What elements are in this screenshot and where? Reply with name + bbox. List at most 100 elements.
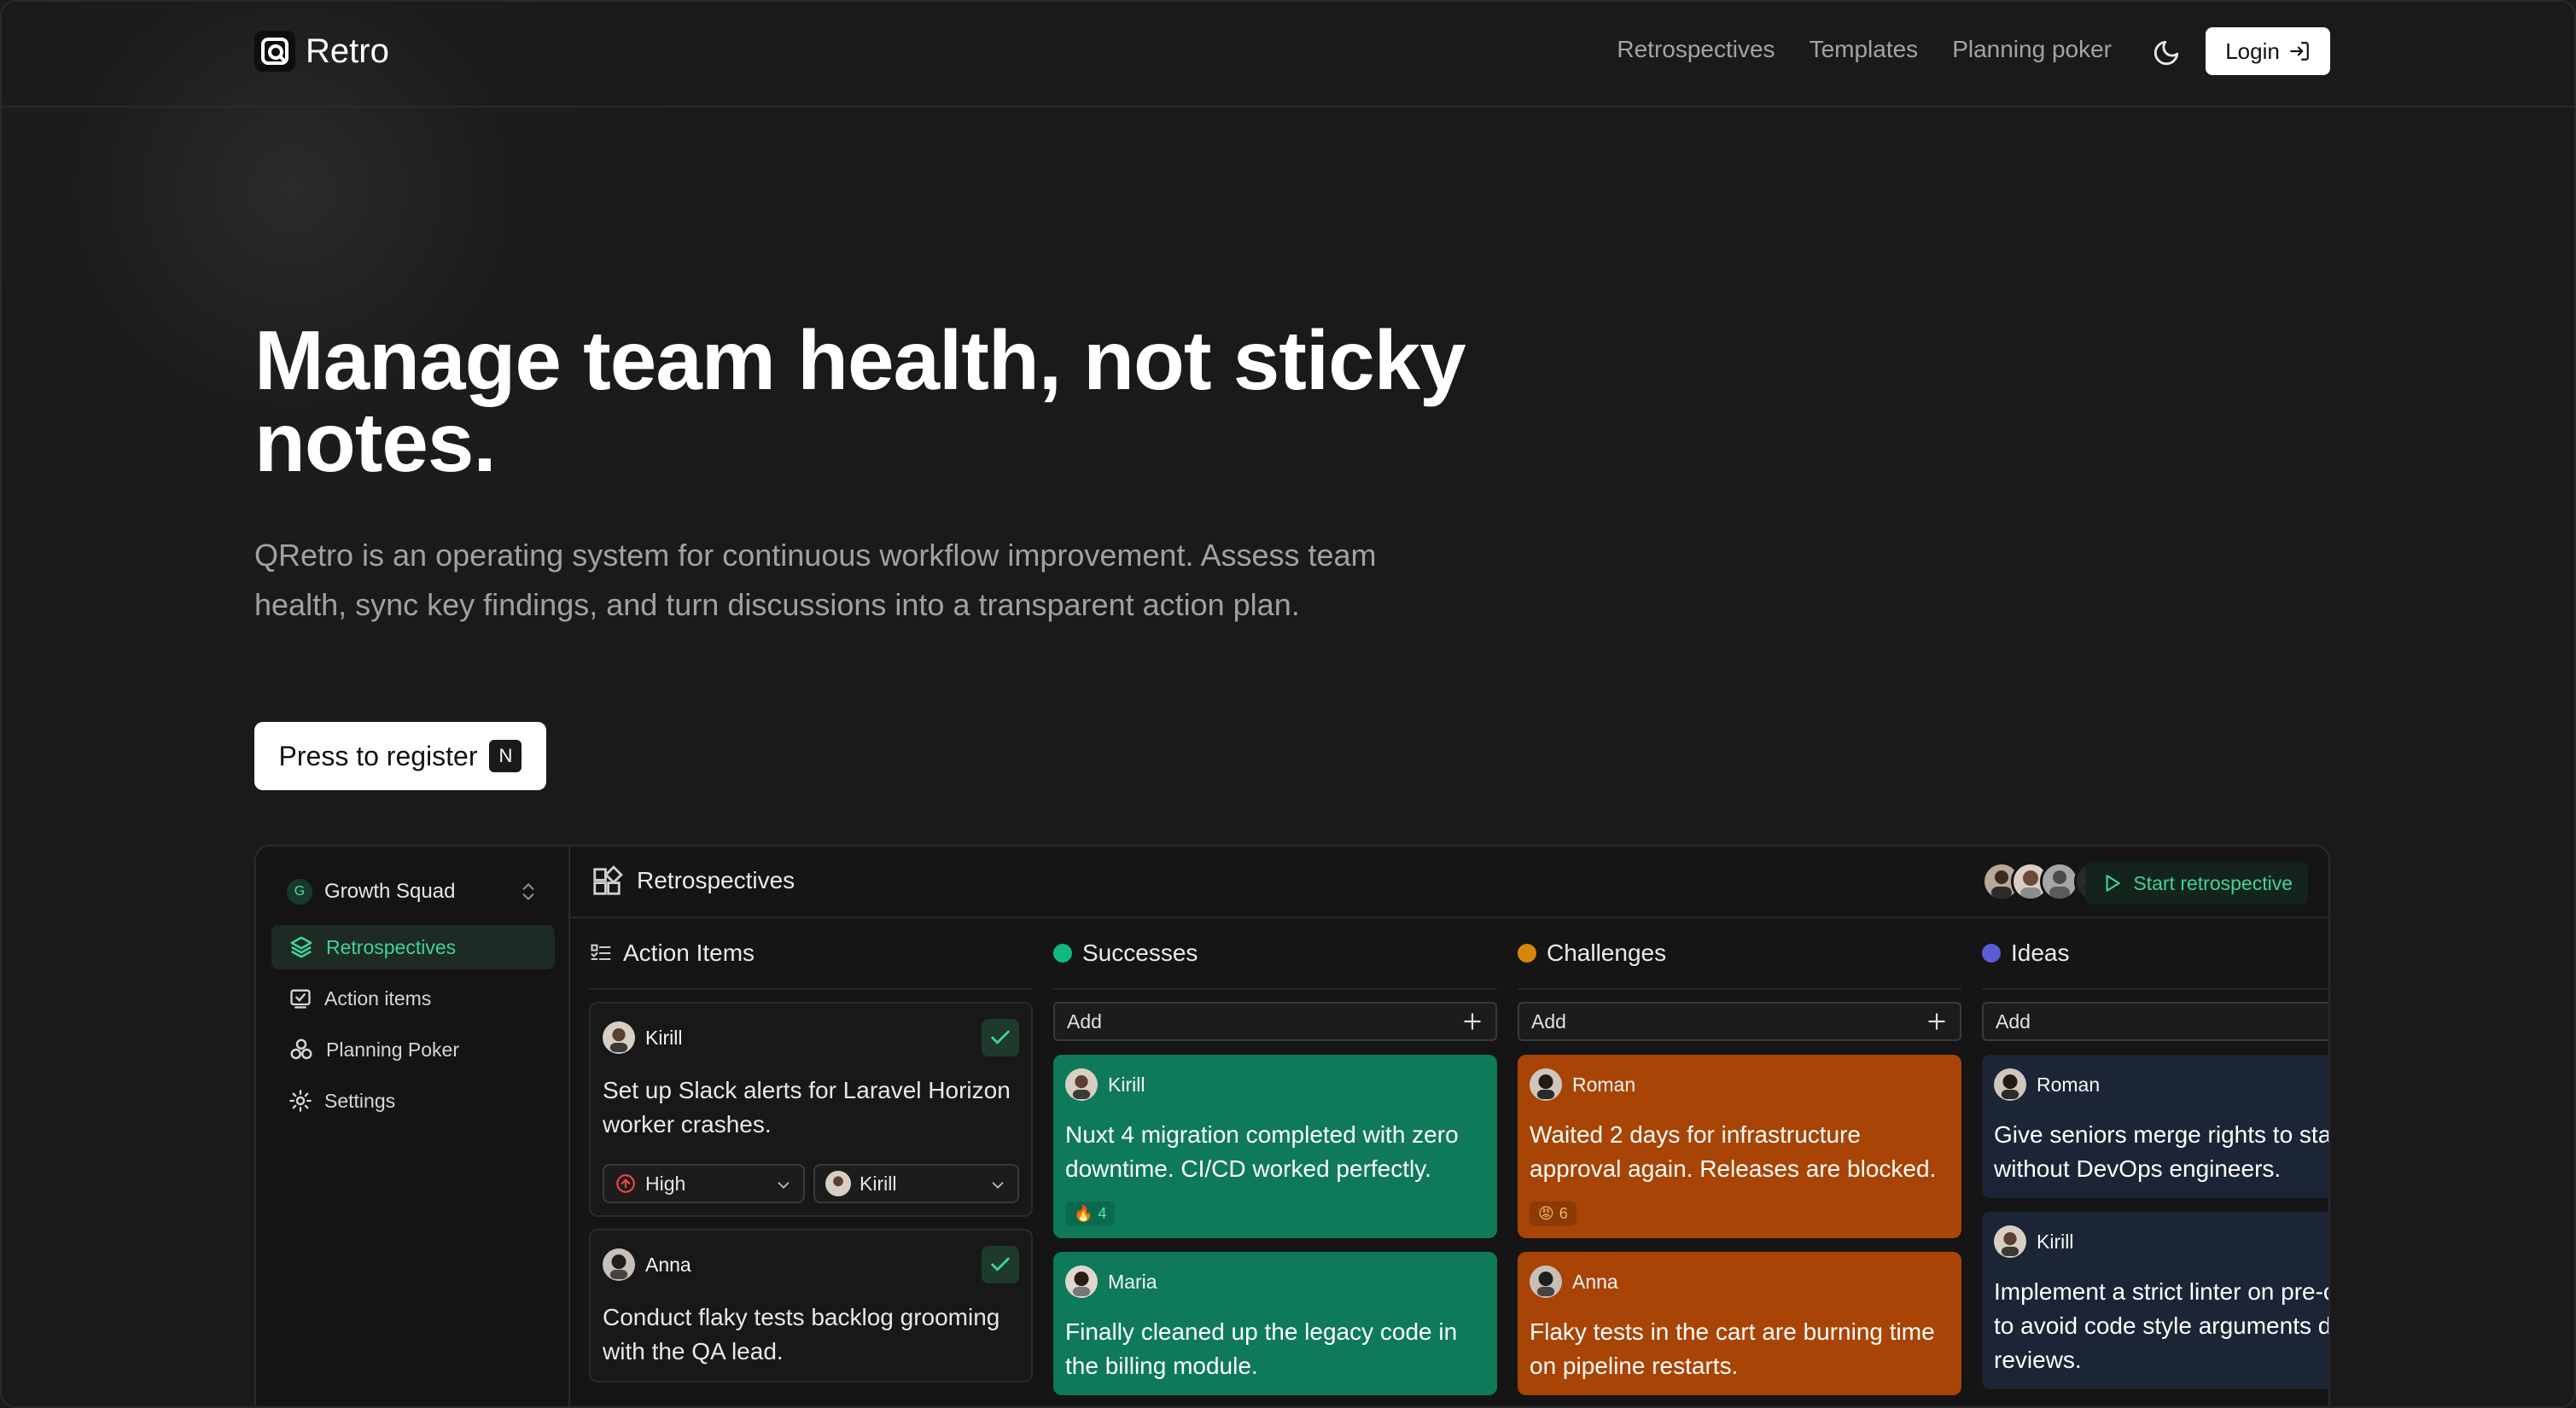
- card-author: Kirill: [645, 1026, 683, 1049]
- card-author: Anna: [1572, 1270, 1618, 1293]
- chevron-down-icon: [778, 1182, 790, 1190]
- register-button[interactable]: Press to register N: [254, 722, 546, 790]
- browser-frame: Retro Retrospectives Templates Planning …: [0, 0, 2576, 1408]
- successes-column: Successes Add Kirill Nuxt 4 migration co…: [1053, 918, 1497, 1395]
- plus-icon[interactable]: [1926, 1010, 1948, 1033]
- card-text: Set up Slack alerts for Laravel Horizon …: [603, 1077, 1011, 1137]
- nav-link-planning-poker[interactable]: Planning poker: [1952, 36, 2112, 63]
- retro-card[interactable]: Roman Waited 2 days for infrastructure a…: [1518, 1055, 1961, 1238]
- retro-card[interactable]: Kirill Nuxt 4 migration completed with z…: [1053, 1055, 1497, 1238]
- sidebar-item-label: Action items: [324, 986, 432, 1009]
- card-author-row: Roman: [1994, 1068, 2328, 1101]
- keyboard-shortcut-badge: N: [489, 740, 522, 772]
- action-item-card[interactable]: Anna Conduct flaky tests backlog groomin…: [589, 1229, 1033, 1382]
- card-text: Implement a strict linter on pre-commit …: [1994, 1278, 2330, 1373]
- moon-icon[interactable]: [2149, 36, 2183, 70]
- retro-card[interactable]: Roman Give seniors merge rights to stagi…: [1982, 1055, 2328, 1198]
- card-author-row: Maria: [1065, 1265, 1485, 1298]
- hero-title: Manage team health, not sticky notes.: [254, 313, 1466, 489]
- avatar: [1530, 1265, 1562, 1298]
- start-retrospective-button[interactable]: Start retrospective: [2085, 862, 2308, 905]
- sidebar-item-retrospectives[interactable]: Retrospectives: [271, 925, 555, 969]
- action-items-column: Action Items Kirill Set up Slack alerts …: [589, 918, 1033, 1382]
- status-dot: [1518, 944, 1536, 963]
- ideas-column: Ideas Add Roman Give seniors merge right…: [1982, 918, 2330, 1389]
- action-item-card[interactable]: Kirill Set up Slack alerts for Laravel H…: [589, 1002, 1033, 1217]
- sidebar-item-label: Retrospectives: [326, 935, 457, 958]
- card-text: Nuxt 4 migration completed with zero dow…: [1065, 1121, 1459, 1182]
- list-check-icon: [591, 944, 611, 961]
- retro-card[interactable]: Maria Finally cleaned up the legacy code…: [1053, 1252, 1497, 1395]
- start-retrospective-label: Start retrospective: [2133, 871, 2293, 894]
- reaction-badge[interactable]: 😡 6: [1530, 1201, 1576, 1226]
- add-card-input[interactable]: Add: [1518, 1002, 1961, 1041]
- card-author-row: Anna: [603, 1246, 1019, 1283]
- hero-subtitle: QRetro is an operating system for contin…: [254, 538, 1377, 622]
- gear-icon: [289, 1090, 312, 1112]
- layers-icon: [290, 936, 312, 958]
- login-button[interactable]: Login: [2206, 27, 2330, 75]
- column-header: Ideas: [1982, 918, 2328, 990]
- card-author: Maria: [1108, 1270, 1157, 1293]
- team-switcher[interactable]: G Growth Squad: [287, 870, 539, 913]
- column-title: Ideas: [2011, 940, 2070, 966]
- card-author-row: Kirill: [603, 1019, 1019, 1056]
- column-header: Challenges: [1518, 918, 1961, 990]
- priority-select[interactable]: High: [603, 1164, 806, 1203]
- column-header: Successes: [1053, 918, 1497, 990]
- retro-card[interactable]: Kirill Implement a strict linter on pre-…: [1982, 1212, 2330, 1389]
- main-nav: Retrospectives Templates Planning poker: [1617, 36, 2112, 63]
- column-title: Challenges: [1547, 940, 1667, 966]
- add-label: Add: [1067, 1009, 1102, 1033]
- plus-icon[interactable]: [1461, 1010, 1483, 1033]
- avatar: [1065, 1068, 1098, 1101]
- add-label: Add: [1996, 1009, 2031, 1033]
- complete-checkbox[interactable]: [982, 1019, 1019, 1056]
- card-author: Kirill: [1108, 1073, 1145, 1096]
- add-card-input[interactable]: Add: [1982, 1002, 2328, 1041]
- sidebar-item-settings[interactable]: Settings: [271, 1079, 555, 1123]
- assignee-select[interactable]: Kirill: [813, 1164, 1019, 1203]
- reaction-badge[interactable]: 🔥 4: [1065, 1201, 1116, 1226]
- sidebar-item-label: Planning Poker: [326, 1038, 459, 1061]
- reaction-count: 4: [1098, 1205, 1107, 1222]
- board-area: Retrospectives +2 Start retrospective: [570, 847, 2330, 1406]
- complete-checkbox[interactable]: [982, 1246, 1019, 1283]
- sidebar-item-action-items[interactable]: Action items: [271, 976, 555, 1021]
- priority-value: High: [645, 1172, 686, 1195]
- dashboard-icon: [593, 865, 623, 895]
- status-dot: [1053, 944, 1072, 963]
- logo-icon: [254, 31, 295, 72]
- avatar: [825, 1171, 852, 1196]
- card-text: Waited 2 days for infrastructure approva…: [1530, 1121, 1937, 1182]
- column-header: Action Items: [589, 918, 1033, 990]
- retro-card[interactable]: Anna Flaky tests in the cart are burning…: [1518, 1252, 1961, 1395]
- brand-logo[interactable]: Retro: [254, 31, 389, 72]
- check-icon: [991, 1030, 1010, 1044]
- brand-name: Retro: [306, 32, 389, 70]
- login-icon: [2289, 42, 2309, 61]
- chevron-up-down-icon: [522, 883, 534, 900]
- avatar: [1994, 1225, 2026, 1258]
- avatar: [1065, 1265, 1098, 1298]
- card-text: Finally cleaned up the legacy code in th…: [1065, 1318, 1458, 1379]
- card-author-row: Kirill: [1065, 1068, 1485, 1101]
- register-label: Press to register: [278, 740, 478, 771]
- fire-icon: 🔥: [1074, 1205, 1093, 1222]
- angry-face-icon: 😡: [1538, 1205, 1554, 1222]
- avatar: [1530, 1068, 1562, 1101]
- nav-link-templates[interactable]: Templates: [1810, 36, 1919, 63]
- card-text: Flaky tests in the cart are burning time…: [1530, 1318, 1935, 1379]
- card-author-row: Roman: [1530, 1068, 1949, 1101]
- column-title: Action Items: [623, 940, 755, 966]
- sidebar-item-label: Settings: [324, 1089, 396, 1112]
- card-author: Roman: [2037, 1073, 2101, 1096]
- add-card-input[interactable]: Add: [1053, 1002, 1497, 1041]
- cards-icon: [290, 1039, 312, 1060]
- card-author-row: Kirill: [1994, 1225, 2328, 1258]
- team-name: Growth Squad: [324, 880, 456, 903]
- nav-link-retrospectives[interactable]: Retrospectives: [1617, 36, 1775, 63]
- card-author: Roman: [1572, 1073, 1636, 1096]
- avatar: [603, 1248, 635, 1281]
- sidebar-item-planning-poker[interactable]: Planning Poker: [271, 1027, 555, 1072]
